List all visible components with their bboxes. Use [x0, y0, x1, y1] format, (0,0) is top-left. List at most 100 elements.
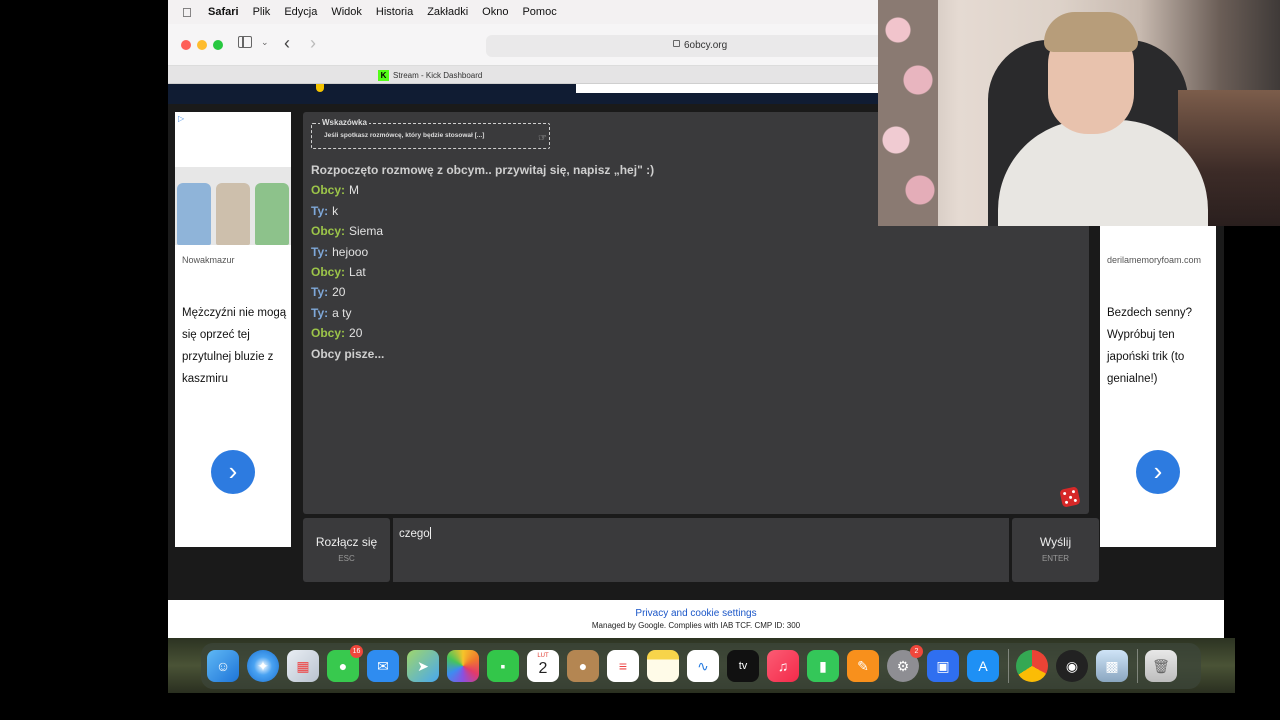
contacts-icon[interactable]: ●	[567, 650, 599, 682]
logo-fragment	[316, 84, 324, 92]
webcam-overlay	[878, 0, 1280, 226]
streamer-hair	[1044, 12, 1138, 52]
sender-label: Ty:	[311, 244, 329, 259]
pages-icon[interactable]: ✎	[847, 650, 879, 682]
close-window-button[interactable]	[181, 40, 191, 50]
managed-by-text: Managed by Google. Complies with IAB TCF…	[591, 621, 801, 630]
message-text: hejooo	[332, 244, 369, 259]
apple-icon[interactable]: 	[182, 5, 196, 20]
sender-label: Obcy:	[311, 183, 346, 198]
reminders-icon[interactable]: ≡	[607, 650, 639, 682]
message-input[interactable]: czego	[393, 518, 1009, 582]
site-header-strip	[168, 84, 878, 104]
messages-badge: 16	[350, 645, 363, 658]
tab-title: Stream - Kick Dashboard	[393, 71, 483, 80]
ad-left[interactable]: ▷ Nowakmazur Mężczyźni nie mogą się oprz…	[175, 112, 291, 547]
notes-icon[interactable]	[647, 650, 679, 682]
sender-label: Obcy:	[311, 264, 346, 279]
freeform-icon[interactable]: ∿	[687, 650, 719, 682]
message-text: 20	[349, 326, 363, 341]
message-text: a ty	[332, 305, 352, 320]
adchoices-icon[interactable]: ▷	[178, 114, 184, 123]
forward-button[interactable]: ›	[310, 33, 316, 54]
mail-icon[interactable]: ✉	[367, 650, 399, 682]
apple-tv-icon[interactable]: tv	[727, 650, 759, 682]
message-text: Siema	[349, 224, 384, 239]
menu-plik[interactable]: Plik	[253, 6, 271, 18]
tip-box[interactable]: Wskazówka Jeśli spotkasz rozmówcę, który…	[311, 118, 550, 149]
sender-label: Ty:	[311, 305, 329, 320]
tip-text: Jeśli spotkasz rozmówcę, który będzie st…	[324, 132, 485, 139]
shirt-blue	[177, 183, 212, 245]
sender-label: Ty:	[311, 203, 329, 218]
shirt-green	[254, 183, 289, 245]
privacy-settings-link[interactable]: Privacy and cookie settings	[168, 608, 1224, 619]
menu-safari[interactable]: Safari	[208, 6, 239, 18]
menu-okno[interactable]: Okno	[482, 6, 508, 18]
app-store-icon[interactable]: A	[967, 650, 999, 682]
chat-message: Ty: 20	[311, 282, 1071, 302]
chat-message: Ty: hejooo	[311, 242, 1071, 262]
kick-icon: K	[378, 70, 389, 81]
settings-badge: 2	[910, 645, 923, 658]
menu-widok[interactable]: Widok	[331, 6, 362, 18]
system-settings-icon[interactable]: ⚙ 2	[887, 645, 923, 682]
maps-icon[interactable]: ➤	[407, 650, 439, 682]
flower-wall	[878, 0, 938, 226]
text-caret	[429, 527, 431, 539]
calendar-icon[interactable]: LUT 2	[527, 650, 559, 682]
chevron-down-icon[interactable]: ⌄	[261, 37, 269, 48]
ad-image[interactable]	[175, 167, 291, 245]
ad-source: derilamemoryfoam.com	[1107, 255, 1202, 265]
photos-icon[interactable]	[447, 650, 479, 682]
facetime-icon[interactable]: ▪	[487, 650, 519, 682]
ad-headline[interactable]: Mężczyźni nie mogą się oprzeć tej przytu…	[182, 302, 288, 390]
chat-message: Ty: a ty	[311, 303, 1071, 323]
trash-icon[interactable]: 🗑	[1145, 650, 1177, 682]
browser-toolbar: ⌄ ‹ › 6obcy.org	[168, 24, 886, 66]
tip-title: Wskazówka	[320, 118, 369, 127]
disconnect-button[interactable]: Rozłącz się ESC	[303, 518, 390, 582]
launchpad-icon[interactable]: ▦	[287, 650, 319, 682]
minimize-window-button[interactable]	[197, 40, 207, 50]
consent-footer: Privacy and cookie settings Managed by G…	[168, 600, 1224, 638]
messages-icon[interactable]: ● 16	[327, 645, 363, 682]
message-text: Lat	[349, 264, 366, 279]
menu-zakladki[interactable]: Zakładki	[427, 6, 468, 18]
menu-edycja[interactable]: Edycja	[284, 6, 317, 18]
ad-headline[interactable]: Bezdech senny? Wypróbuj ten japoński tri…	[1107, 302, 1213, 390]
zoom-window-button[interactable]	[213, 40, 223, 50]
url-text: 6obcy.org	[684, 40, 728, 51]
shirt-beige	[215, 183, 250, 245]
menu-historia[interactable]: Historia	[376, 6, 413, 18]
menu-pomoc[interactable]: Pomoc	[522, 6, 556, 18]
chat-message: Obcy: 20	[311, 323, 1071, 343]
music-icon[interactable]: ♫	[767, 650, 799, 682]
lock-icon	[673, 40, 680, 47]
ad-arrow-button[interactable]: ›	[211, 450, 255, 494]
preview-icon[interactable]: ▩	[1096, 650, 1128, 682]
sidebar-toggle-icon[interactable]	[238, 36, 252, 48]
back-button[interactable]: ‹	[284, 33, 290, 54]
send-button[interactable]: Wyślij ENTER	[1012, 518, 1099, 582]
message-text: M	[349, 183, 360, 198]
sender-label: Ty:	[311, 285, 329, 300]
ad-arrow-button[interactable]: ›	[1136, 450, 1180, 494]
numbers-icon[interactable]: ▮	[807, 650, 839, 682]
sender-label: Obcy:	[311, 326, 346, 341]
dice-icon[interactable]	[1059, 486, 1081, 508]
tab-kick-dashboard[interactable]: K Stream - Kick Dashboard	[378, 68, 700, 83]
typing-indicator: Obcy pisze...	[311, 346, 385, 361]
message-input-value: czego	[399, 528, 430, 540]
hand-icon[interactable]: ☞	[538, 133, 547, 144]
safari-icon[interactable]: ✦	[247, 650, 279, 682]
dock: ☺ ✦ ▦ ● 16 ✉ ➤ ▪ LUT 2 ● ≡ ∿ tv ♫ ▮ ✎ ⚙ 2 ▣…	[201, 643, 1201, 689]
finder-icon[interactable]: ☺	[207, 650, 239, 682]
screen: { "menubar": { "items": ["Safari", "Plik…	[0, 0, 1280, 720]
roblox-icon[interactable]: ▣	[927, 650, 959, 682]
chrome-icon[interactable]	[1016, 650, 1048, 682]
calendar-day: 2	[538, 660, 548, 677]
address-bar[interactable]: 6obcy.org	[486, 35, 886, 57]
send-shortcut: ENTER	[1041, 554, 1070, 563]
obs-icon[interactable]: ◉	[1056, 650, 1088, 682]
